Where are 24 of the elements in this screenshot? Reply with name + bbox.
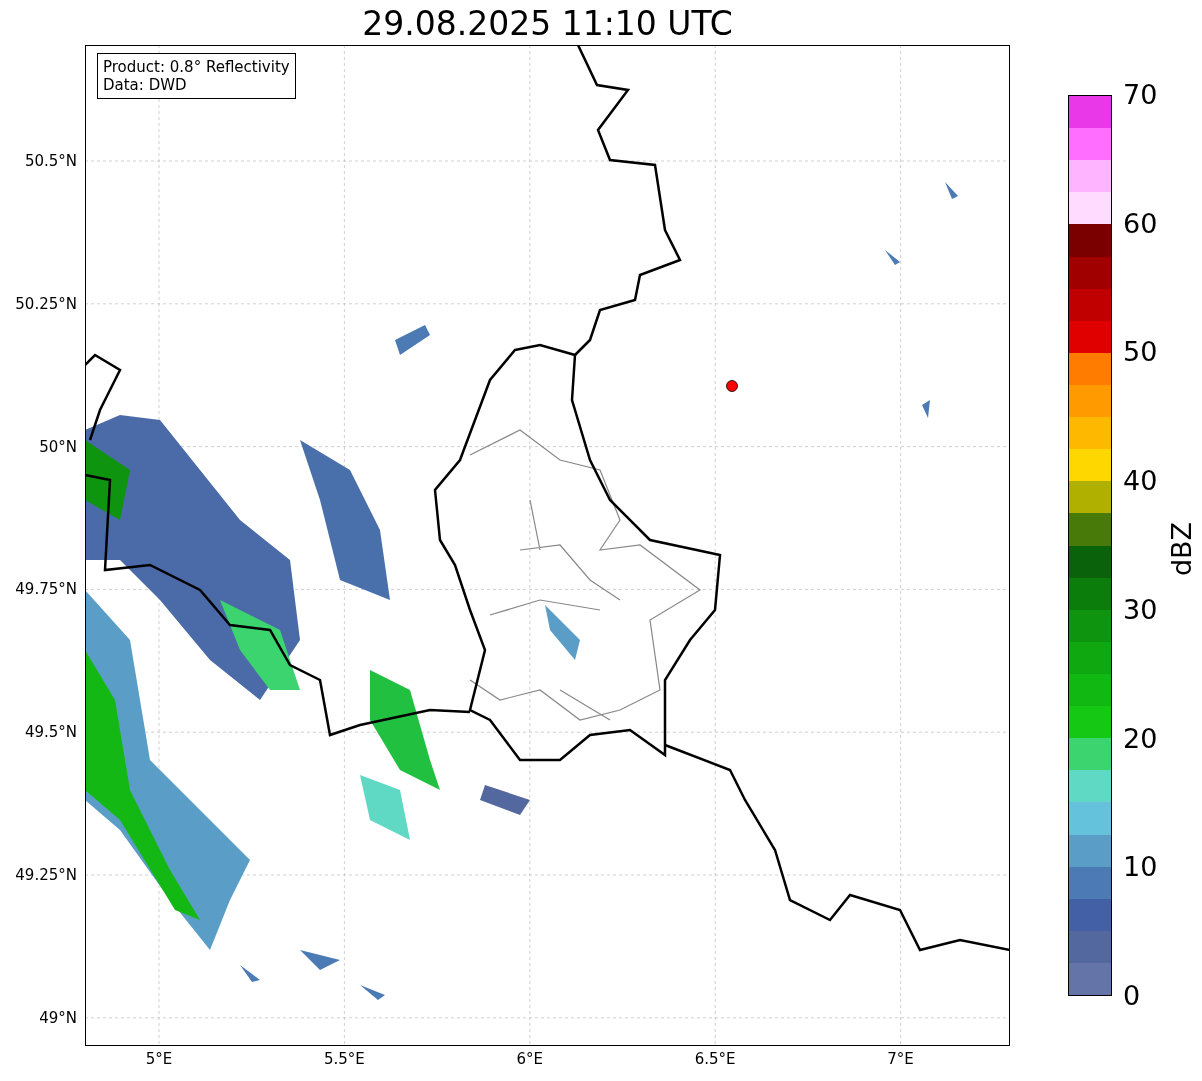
longitude-tick-label: 6°E [515, 1050, 545, 1068]
latitude-tick-label: 49.25°N [15, 866, 77, 884]
colorbar-tick-label: 10 [1123, 852, 1158, 883]
colorbar-tick-label: 0 [1123, 981, 1141, 1011]
colorbar-tick-label: 40 [1123, 466, 1158, 497]
longitude-tick-label: 5.5°E [322, 1050, 366, 1068]
colorbar-tick-label: 60 [1123, 208, 1158, 239]
latitude-tick-label: 49.75°N [15, 580, 77, 599]
legend-text: Data: DWD [103, 76, 188, 94]
longitude-tick-label: 6.5°E [693, 1050, 737, 1068]
longitude-tick-label: 7°E [886, 1050, 915, 1068]
colorbar-tick-label: 70 [1123, 80, 1158, 110]
latitude-tick-label: 49.5°N [24, 723, 77, 742]
latitude-tick-label: 50.5°N [24, 152, 77, 170]
colorbar-tick-label: 30 [1123, 594, 1158, 625]
legend-text: Product: 0.8° Reflectivity [103, 58, 290, 76]
latitude-tick-label: 50.25°N [15, 294, 77, 313]
latitude-tick-label: 49°N [39, 1008, 77, 1027]
colorbar-tick-label: 50 [1123, 337, 1158, 368]
longitude-tick-label: 5°E [144, 1050, 174, 1068]
latitude-tick-label: 50°N [39, 437, 77, 456]
colorbar-tick-label: 20 [1123, 723, 1158, 754]
colorbar-label: dBZ [1164, 518, 1196, 580]
chart-title: 29.08.2025 11:10 UTC [361, 4, 734, 44]
